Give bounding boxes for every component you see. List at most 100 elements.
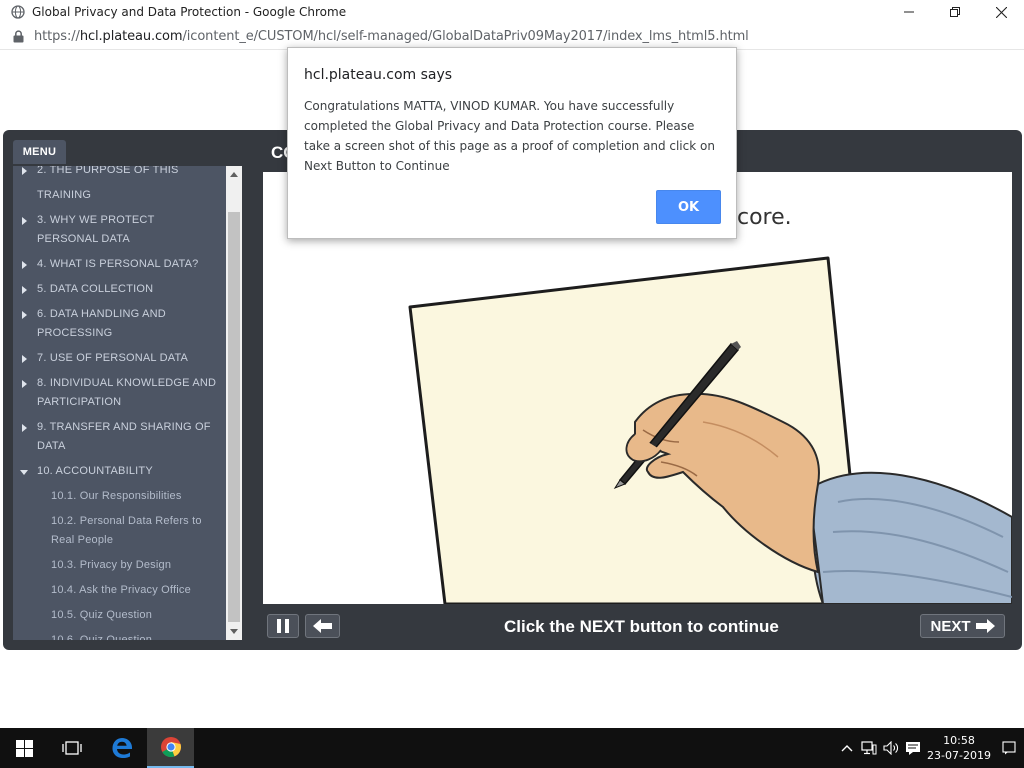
menu-item-label: 10.1. Our Responsibilities (51, 490, 182, 502)
dialog-message: Congratulations MATTA, VINOD KUMAR. You … (304, 99, 715, 173)
menu-item-label: 10.4. Ask the Privacy Office (51, 584, 191, 596)
menu-subitem[interactable]: 10.5. Quiz Question (13, 603, 227, 628)
close-icon (995, 6, 1007, 18)
menu-item[interactable]: TRAINING (13, 183, 227, 208)
scroll-up-button[interactable] (226, 166, 242, 183)
caret-right-icon[interactable] (22, 424, 27, 432)
menu-item-label: 9. TRANSFER AND SHARING OF DATA (37, 421, 211, 452)
menu-item-label: 10.6. Quiz Question (51, 634, 153, 640)
restore-icon (950, 7, 960, 17)
task-view-button[interactable] (48, 728, 96, 768)
caret-right-icon[interactable] (22, 167, 27, 175)
back-button[interactable] (305, 614, 340, 638)
caret-right-icon[interactable] (22, 311, 27, 319)
menu-item[interactable]: 7. USE OF PERSONAL DATA (13, 346, 227, 371)
menu-tab-label: MENU (22, 146, 57, 158)
chevron-up-icon (841, 745, 853, 752)
menu-item-label: TRAINING (37, 189, 92, 201)
next-button[interactable]: NEXT (920, 614, 1005, 638)
notification-icon (1002, 741, 1016, 755)
url-text[interactable]: https://hcl.plateau.com/icontent_e/CUSTO… (34, 29, 749, 44)
menu-item-label: 2. THE PURPOSE OF THIS (37, 166, 179, 176)
pause-button[interactable] (267, 614, 299, 638)
tray-expand-button[interactable] (836, 728, 858, 768)
menu-item-label: 3. WHY WE PROTECT PERSONAL DATA (37, 214, 155, 245)
windows-logo-icon (15, 739, 33, 757)
edge-icon (112, 738, 132, 758)
network-icon (861, 741, 877, 755)
window-title: Global Privacy and Data Protection - Goo… (32, 5, 347, 19)
continue-message: Click the NEXT button to continue (504, 617, 779, 636)
message-icon (906, 742, 920, 755)
menu-item[interactable]: 4. WHAT IS PERSONAL DATA? (13, 252, 227, 277)
edge-taskbar-button[interactable] (98, 728, 146, 768)
menu-item[interactable]: 9. TRANSFER AND SHARING OF DATA (13, 415, 227, 459)
arrow-left-icon (312, 619, 332, 633)
menu-item[interactable]: 3. WHY WE PROTECT PERSONAL DATA (13, 208, 227, 252)
caret-right-icon[interactable] (22, 380, 27, 388)
menu-item-label: 7. USE OF PERSONAL DATA (37, 352, 189, 364)
menu-subitem[interactable]: 10.4. Ask the Privacy Office (13, 578, 227, 603)
url-scheme: https:// (34, 29, 80, 44)
keyboard-button[interactable] (902, 728, 924, 768)
minimize-button[interactable] (886, 0, 932, 24)
menu-item-label: 10. ACCOUNTABILITY (37, 465, 153, 477)
menu-item[interactable]: 2. THE PURPOSE OF THIS (13, 166, 227, 183)
caret-down-icon[interactable] (20, 470, 28, 475)
taskbar-clock[interactable]: 10:58 23-07-2019 (924, 733, 994, 763)
menu-item-label: 8. INDIVIDUAL KNOWLEDGE AND PARTICIPATIO… (37, 377, 217, 408)
menu-item[interactable]: 10. ACCOUNTABILITY (13, 459, 227, 484)
menu-subitem[interactable]: 10.6. Quiz Question (13, 628, 227, 640)
ok-button[interactable]: OK (656, 190, 721, 224)
caret-right-icon[interactable] (22, 217, 27, 225)
url-path: /icontent_e/CUSTOM/hcl/self-managed/Glob… (182, 29, 749, 44)
dialog-title: hcl.plateau.com says (304, 67, 453, 83)
speaker-icon (882, 741, 898, 755)
browser-title-bar: Global Privacy and Data Protection - Goo… (0, 0, 1024, 24)
caret-right-icon[interactable] (22, 355, 27, 363)
menu-subitem[interactable]: 10.1. Our Responsibilities (13, 484, 227, 509)
menu-subitem[interactable]: 10.3. Privacy by Design (13, 553, 227, 578)
menu-list: 2. THE PURPOSE OF THIS TRAINING 3. WHY WE … (13, 166, 227, 640)
task-view-icon (62, 741, 82, 755)
menu-item-label: 10.2. Personal Data Refers to Real Peopl… (51, 515, 202, 546)
maximize-button[interactable] (932, 0, 978, 24)
scrollbar-thumb[interactable] (228, 212, 240, 622)
chrome-taskbar-button[interactable] (147, 728, 194, 768)
menu-item-label: 5. DATA COLLECTION (37, 283, 154, 295)
scroll-down-icon (230, 629, 238, 634)
arrow-right-icon (975, 619, 995, 633)
windows-taskbar: 10:58 23-07-2019 (0, 728, 1024, 768)
menu-item-label: 6. DATA HANDLING AND PROCESSING (37, 308, 166, 339)
globe-icon (11, 5, 25, 19)
lock-icon[interactable] (13, 30, 24, 43)
menu-item[interactable]: 8. INDIVIDUAL KNOWLEDGE AND PARTICIPATIO… (13, 371, 227, 415)
menu-item-label: 10.3. Privacy by Design (51, 559, 172, 571)
menu-subitem[interactable]: 10.2. Personal Data Refers to Real Peopl… (13, 509, 227, 553)
start-button[interactable] (0, 728, 48, 768)
menu-item-label: 10.5. Quiz Question (51, 609, 153, 621)
clock-date: 23-07-2019 (927, 749, 991, 762)
scroll-down-button[interactable] (226, 623, 242, 640)
pause-icon (277, 619, 289, 633)
caret-right-icon[interactable] (22, 261, 27, 269)
scroll-up-icon (230, 172, 238, 177)
clock-time: 10:58 (943, 734, 975, 747)
chrome-icon (160, 737, 181, 758)
menu-item[interactable]: 6. DATA HANDLING AND PROCESSING (13, 302, 227, 346)
menu-tab[interactable]: MENU (13, 140, 66, 164)
close-button[interactable] (978, 0, 1024, 24)
next-button-label: NEXT (930, 617, 971, 635)
menu-scrollbar[interactable] (226, 166, 242, 640)
alert-dialog: hcl.plateau.com says Congratulations MAT… (287, 47, 737, 239)
volume-button[interactable] (880, 728, 902, 768)
menu-item[interactable]: 5. DATA COLLECTION (13, 277, 227, 302)
url-host: hcl.plateau.com (79, 29, 183, 44)
minimize-icon (904, 11, 914, 13)
course-menu: 2. THE PURPOSE OF THIS TRAINING 3. WHY WE … (13, 166, 242, 640)
network-button[interactable] (858, 728, 880, 768)
action-center-button[interactable] (994, 728, 1024, 768)
window-controls (886, 0, 1024, 24)
caret-right-icon[interactable] (22, 286, 27, 294)
menu-item-label: 4. WHAT IS PERSONAL DATA? (37, 258, 199, 270)
